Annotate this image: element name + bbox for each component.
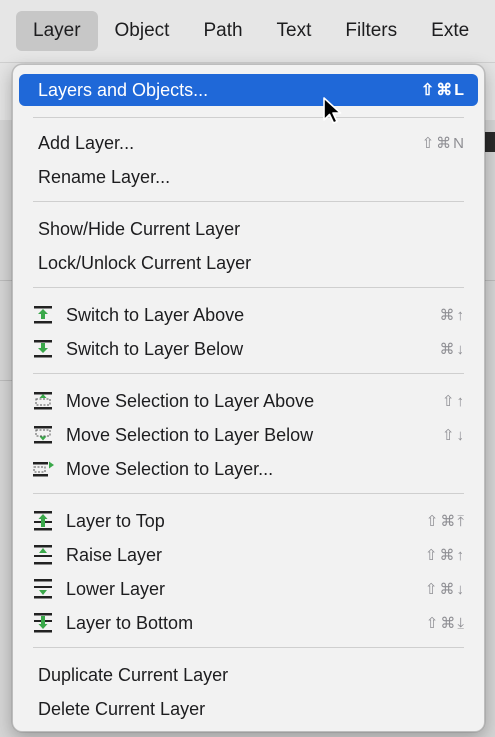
menu-item-lock-unlock-layer[interactable]: Lock/Unlock Current Layer — [19, 247, 478, 279]
menu-object[interactable]: Object — [98, 11, 187, 51]
menu-item-label: Duplicate Current Layer — [38, 664, 229, 685]
menu-separator — [33, 201, 464, 202]
menu-path[interactable]: Path — [186, 11, 259, 51]
menu-item-label: Lower Layer — [66, 578, 166, 599]
menu-item-move-selection-layer-above[interactable]: Move Selection to Layer Above ⇧↑ — [19, 385, 478, 417]
menu-item-duplicate-layer[interactable]: Duplicate Current Layer — [19, 659, 478, 691]
menu-item-label: Show/Hide Current Layer — [38, 218, 241, 239]
menu-text[interactable]: Text — [260, 11, 329, 51]
menu-item-layer-to-top[interactable]: Layer to Top ⇧⌘⤒ — [19, 505, 478, 537]
menu-item-switch-layer-above[interactable]: Switch to Layer Above ⌘↑ — [19, 299, 478, 331]
menu-item-move-selection-to-layer[interactable]: Move Selection to Layer... — [19, 453, 478, 485]
menu-item-shortcut: ⌘↓ — [439, 341, 466, 358]
menu-bar: Layer Object Path Text Filters Exte — [0, 0, 495, 63]
menu-separator — [33, 647, 464, 648]
menu-item-delete-layer[interactable]: Delete Current Layer — [19, 693, 478, 725]
menu-item-label: Delete Current Layer — [38, 698, 206, 719]
menu-item-label: Move Selection to Layer Below — [66, 424, 314, 445]
menu-item-shortcut: ⇧⌘↓ — [424, 581, 466, 598]
menu-item-label: Switch to Layer Above — [66, 304, 245, 325]
menu-item-add-layer[interactable]: Add Layer... ⇧⌘N — [19, 127, 478, 159]
layer-dropdown-menu: Layers and Objects... ⇧⌘L Add Layer... ⇧… — [12, 64, 485, 732]
menu-item-shortcut: ⇧⌘N — [421, 135, 466, 152]
layer-up-icon — [30, 304, 56, 326]
menu-item-shortcut: ⇧↓ — [441, 427, 466, 444]
menu-item-label: Layer to Bottom — [66, 612, 194, 633]
raise-layer-icon — [30, 544, 56, 566]
menu-item-show-hide-layer[interactable]: Show/Hide Current Layer — [19, 213, 478, 245]
menu-item-shortcut: ⇧⌘⤒ — [425, 513, 466, 530]
layer-to-bottom-icon — [30, 612, 56, 634]
menu-item-label: Move Selection to Layer... — [66, 458, 274, 479]
menu-item-shortcut: ⌘↑ — [439, 307, 466, 324]
menu-item-shortcut: ⇧⌘↑ — [424, 547, 466, 564]
menu-separator — [33, 117, 464, 118]
menu-item-label: Rename Layer... — [38, 166, 171, 187]
menu-item-label: Lock/Unlock Current Layer — [38, 252, 252, 273]
lower-layer-icon — [30, 578, 56, 600]
menu-item-rename-layer[interactable]: Rename Layer... — [19, 161, 478, 193]
menu-item-move-selection-layer-below[interactable]: Move Selection to Layer Below ⇧↓ — [19, 419, 478, 451]
menu-item-layer-to-bottom[interactable]: Layer to Bottom ⇧⌘⤓ — [19, 607, 478, 639]
menu-item-lower-layer[interactable]: Lower Layer ⇧⌘↓ — [19, 573, 478, 605]
menu-separator — [33, 287, 464, 288]
menu-item-shortcut: ⇧⌘L — [420, 82, 466, 99]
menu-item-label: Layer to Top — [66, 510, 165, 531]
menu-extensions[interactable]: Exte — [414, 11, 486, 51]
menu-filters[interactable]: Filters — [328, 11, 414, 51]
menu-item-shortcut: ⇧↑ — [441, 393, 466, 410]
arrow-cursor-icon — [322, 96, 346, 128]
menu-item-label: Switch to Layer Below — [66, 338, 244, 359]
menu-item-label: Raise Layer — [66, 544, 163, 565]
menu-item-shortcut: ⇧⌘⤓ — [425, 615, 466, 632]
menu-separator — [33, 493, 464, 494]
menu-item-label: Add Layer... — [38, 132, 135, 153]
layer-down-icon — [30, 338, 56, 360]
menu-item-label: Move Selection to Layer Above — [66, 390, 315, 411]
move-selection-icon — [30, 458, 56, 480]
move-selection-down-icon — [30, 424, 56, 446]
layer-to-top-icon — [30, 510, 56, 532]
menu-layer[interactable]: Layer — [16, 11, 98, 51]
move-selection-up-icon — [30, 390, 56, 412]
menu-item-layers-and-objects[interactable]: Layers and Objects... ⇧⌘L — [19, 74, 478, 106]
menu-item-switch-layer-below[interactable]: Switch to Layer Below ⌘↓ — [19, 333, 478, 365]
menu-item-raise-layer[interactable]: Raise Layer ⇧⌘↑ — [19, 539, 478, 571]
menu-separator — [33, 373, 464, 374]
menu-item-label: Layers and Objects... — [38, 79, 209, 100]
